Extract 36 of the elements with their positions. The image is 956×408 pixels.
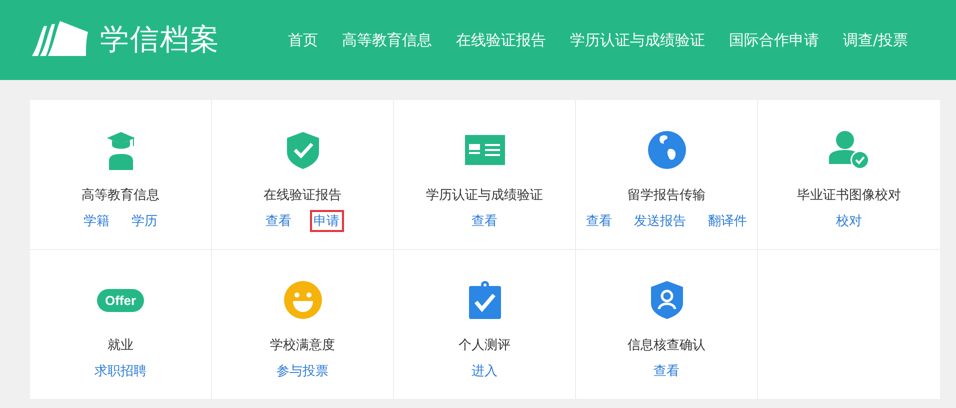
service-link[interactable]: 查看: [650, 360, 684, 382]
nav-link[interactable]: 调查/投票: [843, 30, 908, 50]
service-title: 个人测评: [458, 337, 510, 354]
service-title: 高等教育信息: [82, 186, 160, 204]
nav-link[interactable]: 在线验证报告: [456, 30, 546, 50]
service-link[interactable]: 查看: [582, 210, 616, 232]
service-link[interactable]: 校对: [832, 210, 866, 232]
nav-link[interactable]: 首页: [288, 30, 318, 50]
service-link[interactable]: 学籍: [80, 210, 114, 232]
service-title: 毕业证书图像校对: [797, 187, 901, 204]
offer-icon: Offer: [96, 288, 144, 312]
service-link[interactable]: 发送报告: [630, 210, 690, 232]
service-link[interactable]: 查看: [468, 210, 502, 232]
globe-icon: [646, 130, 686, 170]
id-card-icon: [464, 135, 504, 165]
service-title: 在线验证报告: [264, 187, 342, 204]
service-title: 就业: [108, 337, 134, 354]
service-title: 学历认证与成绩验证: [426, 187, 543, 204]
service-title: 信息核查确认: [628, 337, 706, 354]
service-title: 留学报告传输: [628, 187, 706, 204]
nav-link[interactable]: 学历认证与成绩验证: [570, 30, 705, 50]
service-link[interactable]: 学历: [128, 210, 162, 232]
person-check-icon: [828, 130, 870, 170]
service-link[interactable]: 参与投票: [272, 360, 332, 382]
nav-link[interactable]: 高等教育信息: [342, 30, 432, 50]
site-title: 学信档案: [100, 21, 220, 58]
shield-user-icon: [650, 280, 684, 320]
smiley-icon: [282, 280, 322, 320]
service-link[interactable]: 进入: [468, 360, 502, 382]
service-link[interactable]: 查看: [262, 210, 296, 232]
clipboard-check-icon: [468, 280, 502, 320]
service-link[interactable]: 求职招聘: [90, 360, 150, 382]
nav-link[interactable]: 国际合作申请: [729, 30, 819, 50]
service-link[interactable]: 申请: [310, 210, 344, 232]
service-title: 学校满意度: [270, 337, 335, 354]
service-link[interactable]: 翻译件: [704, 210, 751, 232]
